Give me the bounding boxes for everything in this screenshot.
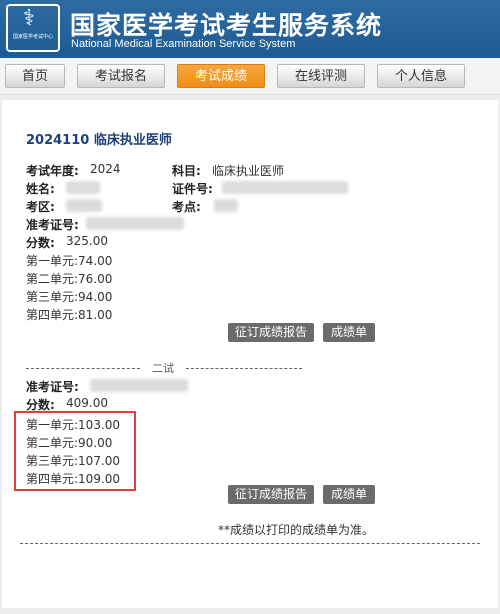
divider-right xyxy=(186,368,302,369)
transcript-button-2[interactable]: 成绩单 xyxy=(323,485,375,504)
second-unit-3-score: 第三单元:107.00 xyxy=(26,454,121,468)
report-button-2[interactable]: 征订成绩报告 xyxy=(228,485,314,504)
logo-caption: 国家医学考试中心 xyxy=(12,34,53,40)
unit-1-score: 第一单元:74.00 xyxy=(26,254,113,268)
name-label: 姓名: xyxy=(26,182,55,196)
second-ticket-redacted xyxy=(90,379,188,392)
nav-scores[interactable]: 考试成绩 xyxy=(177,64,265,88)
unit-2-score: 第二单元:76.00 xyxy=(26,272,113,286)
transcript-button-1[interactable]: 成绩单 xyxy=(323,323,375,342)
unit-3-score: 第三单元:94.00 xyxy=(26,290,113,304)
site-redacted xyxy=(214,199,238,212)
second-exam-label: 二试 xyxy=(152,362,174,375)
second-unit-1-score: 第一单元:103.00 xyxy=(26,418,121,432)
second-unit-4-score: 第四单元:109.00 xyxy=(26,472,121,486)
unit-4-score: 第四单元:81.00 xyxy=(26,308,113,322)
district-redacted xyxy=(66,199,102,212)
score-label: 分数: xyxy=(26,236,55,250)
bottom-divider xyxy=(20,543,480,544)
second-ticket-label: 准考证号: xyxy=(26,380,79,394)
report-button-1[interactable]: 征订成绩报告 xyxy=(228,323,314,342)
site-title: 国家医学考试考生服务系统 xyxy=(70,11,383,40)
ticket-redacted xyxy=(86,217,184,230)
divider-left xyxy=(26,368,140,369)
year-value: 2024 xyxy=(90,162,121,176)
nav-bar: 首页 考试报名 考试成绩 在线评测 个人信息 xyxy=(0,58,500,95)
ticket-label: 准考证号: xyxy=(26,218,79,232)
emblem-logo: ⚕ 国家医学考试中心 xyxy=(6,4,60,52)
id-redacted xyxy=(222,181,348,194)
year-label: 考试年度: xyxy=(26,164,79,178)
nav-online-assessment[interactable]: 在线评测 xyxy=(277,64,365,88)
site-label: 考点: xyxy=(172,200,201,214)
exam-title: 2024110 临床执业医师 xyxy=(26,133,172,148)
nav-personal-info[interactable]: 个人信息 xyxy=(377,64,465,88)
id-label: 证件号: xyxy=(172,182,213,196)
district-label: 考区: xyxy=(26,200,55,214)
nav-home[interactable]: 首页 xyxy=(5,64,65,88)
second-score-value: 409.00 xyxy=(66,396,108,410)
caduceus-icon: ⚕ xyxy=(23,6,35,31)
subject-label: 科目: xyxy=(172,164,201,178)
footer-note: **成绩以打印的成绩单为准。 xyxy=(218,523,375,537)
score-value: 325.00 xyxy=(66,234,108,248)
site-header: ⚕ 国家医学考试中心 国家医学考试考生服务系统 National Medical… xyxy=(0,0,500,58)
subject-value: 临床执业医师 xyxy=(212,164,285,178)
second-unit-2-score: 第二单元:90.00 xyxy=(26,436,113,450)
site-subtitle: National Medical Examination Service Sys… xyxy=(71,38,296,50)
name-redacted xyxy=(66,181,100,194)
nav-registration[interactable]: 考试报名 xyxy=(77,64,165,88)
